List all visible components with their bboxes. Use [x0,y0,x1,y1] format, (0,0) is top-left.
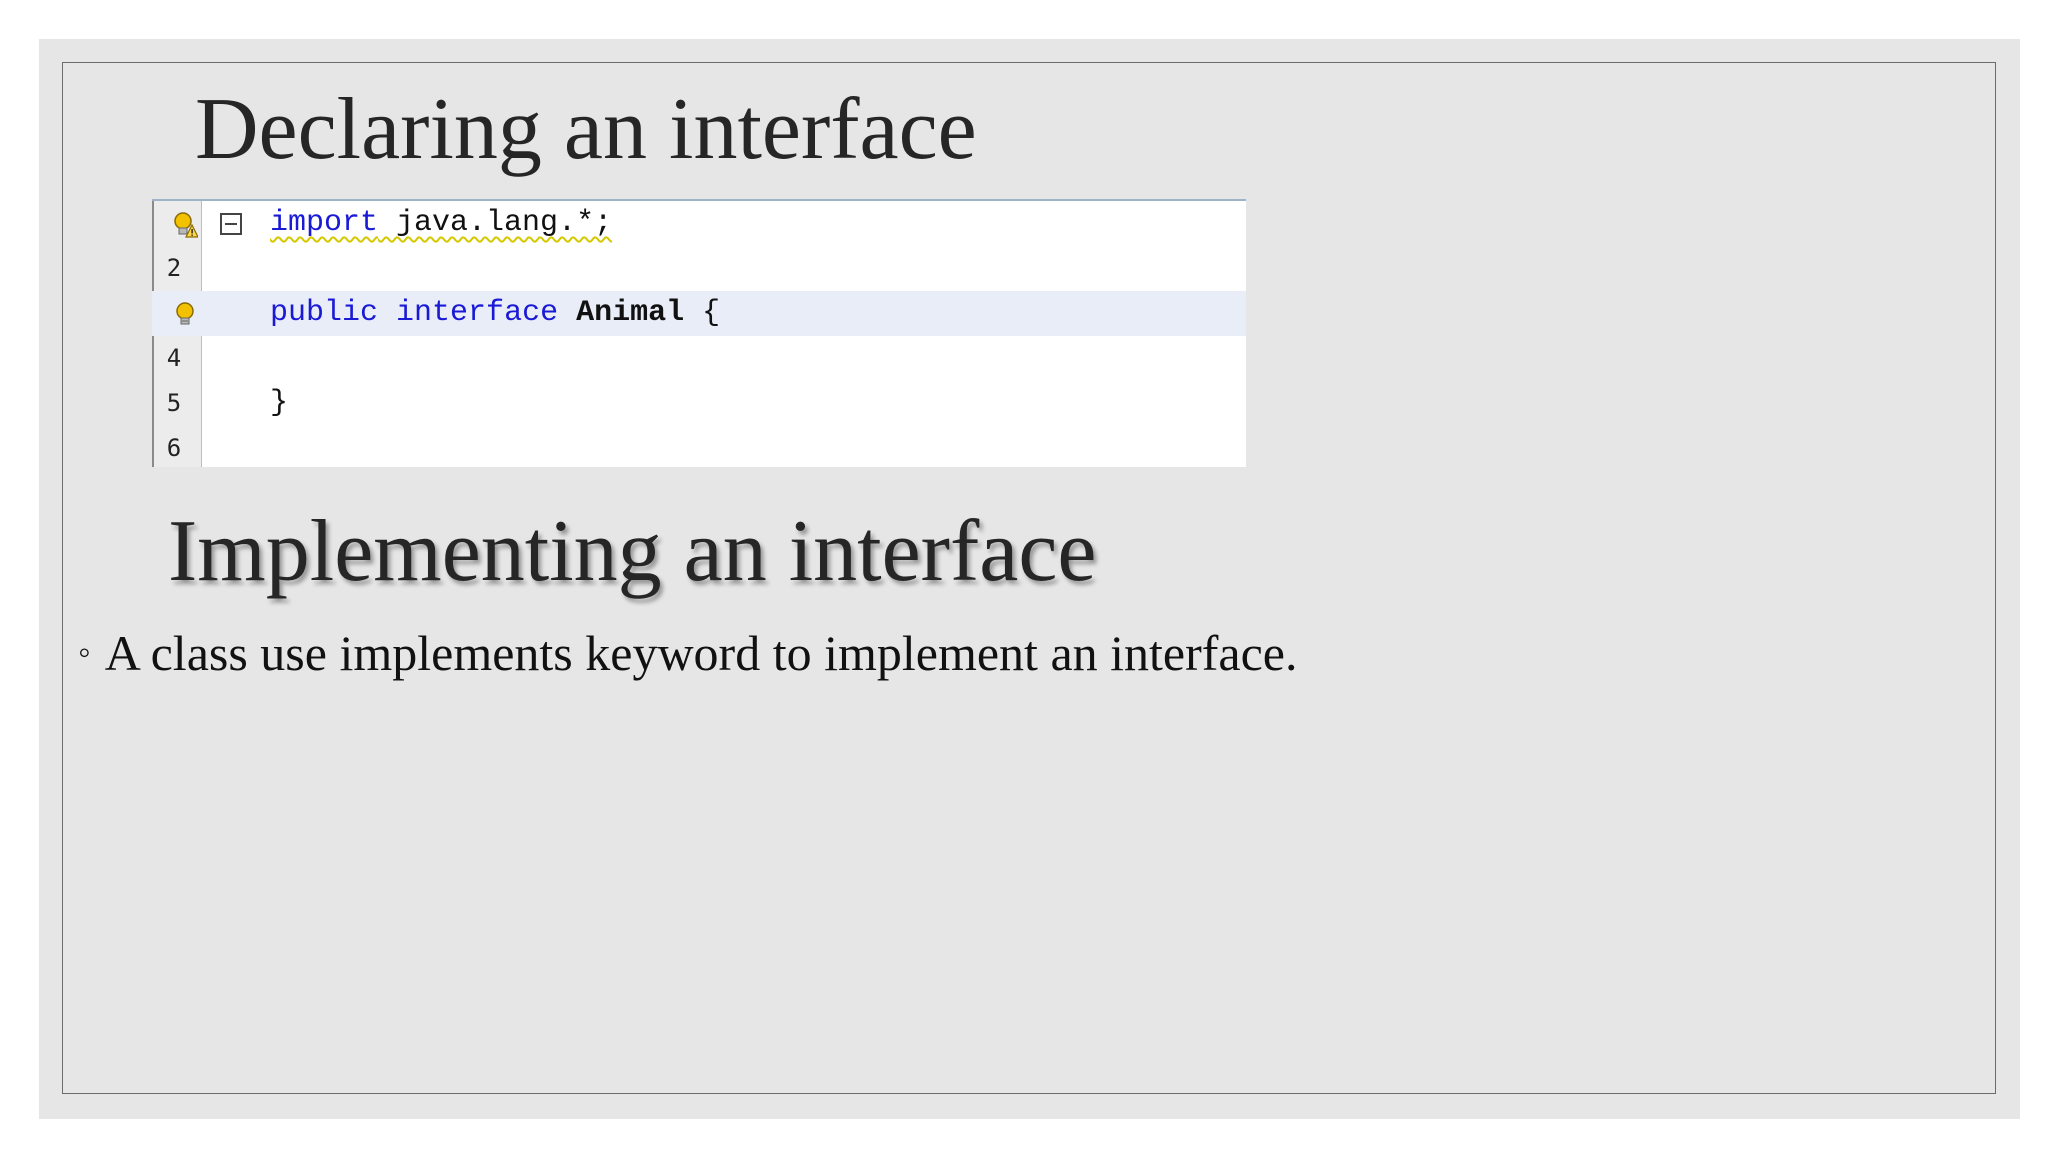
close-brace: } [270,386,289,420]
bullet-text: A class use implements keyword to implem… [104,625,1298,681]
code-editor: 1 import java.lang.*; 2 3 public interfa… [152,199,1246,467]
code-line-6: 6 [152,426,1246,467]
bullet-marker: ◦ [78,632,91,672]
line-number-2: 2 [166,254,182,282]
interface-name: Animal [576,296,685,330]
line-number-5: 5 [166,389,182,417]
keyword-public: public [270,296,379,330]
code-line-4: 4 [152,336,1246,381]
heading-declaring-interface: Declaring an interface [195,81,977,178]
code-line-1: 1 import java.lang.*; [152,201,1246,246]
open-brace: { [702,296,721,330]
line-number-4: 4 [166,344,182,372]
fold-collapse-icon[interactable] [220,213,242,235]
code-line-5: 5 } [152,381,1246,426]
keyword-import: import [270,206,379,240]
lightbulb-icon[interactable] [172,301,198,329]
line-number-6: 6 [166,434,182,462]
code-line-3: 3 public interface Animal { [152,291,1246,336]
import-target: java.lang.*; [378,206,613,240]
code-text-3: public interface Animal { [270,291,720,336]
warning-lightbulb-icon[interactable] [172,211,198,239]
keyword-interface: interface [396,296,559,330]
code-line-2: 2 [152,246,1246,291]
code-text-5: } [270,381,288,426]
code-text-1: import java.lang.*; [270,201,612,246]
bullet-point: ◦ A class use implements keyword to imple… [78,622,1298,683]
heading-implementing-interface: Implementing an interface [168,503,1097,600]
